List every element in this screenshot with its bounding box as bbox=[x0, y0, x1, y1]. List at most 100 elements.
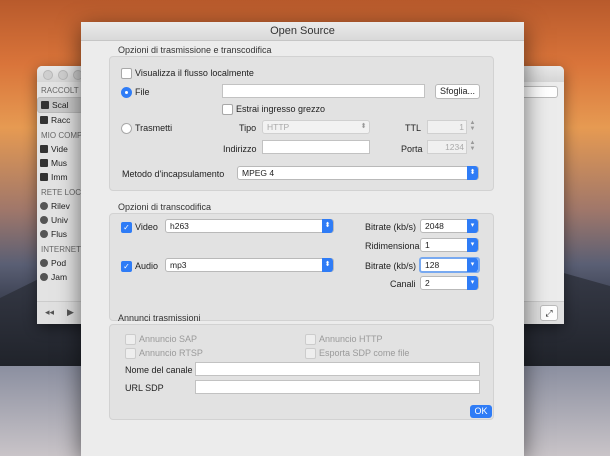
audio-label: Audio bbox=[135, 261, 159, 271]
sidebar-item-label: Scal bbox=[52, 100, 69, 110]
port-label: Porta bbox=[401, 144, 423, 154]
http-announce-label: Annuncio HTTP bbox=[319, 334, 383, 344]
chevron-down-icon: ▾ bbox=[467, 219, 478, 233]
sidebar-item-videos[interactable]: Vide bbox=[37, 142, 83, 156]
file-label: File bbox=[135, 87, 150, 97]
ok-button[interactable]: OK bbox=[470, 405, 492, 418]
browse-button[interactable]: Sfoglia... bbox=[435, 84, 480, 99]
window-controls bbox=[43, 70, 83, 80]
minimize-window-button[interactable] bbox=[58, 70, 68, 80]
sidebar-item-label: Mus bbox=[51, 158, 68, 168]
address-label: Indirizzo bbox=[223, 144, 257, 154]
port-input[interactable]: 1234 bbox=[427, 140, 467, 154]
channel-name-label: Nome del canale bbox=[125, 365, 193, 375]
file-path-input[interactable] bbox=[222, 84, 425, 98]
audio-codec-select[interactable]: mp3 ⬍ bbox=[165, 258, 334, 272]
audio-checkbox[interactable]: ✓ bbox=[121, 261, 132, 272]
sidebar-item-playlist[interactable]: Scal bbox=[37, 97, 83, 113]
address-input[interactable] bbox=[262, 140, 370, 154]
open-source-dialog: Open Source Opzioni di trasmissione e tr… bbox=[81, 22, 524, 456]
video-bitrate-value: 2048 bbox=[425, 221, 444, 231]
podcast-icon bbox=[40, 273, 48, 281]
port-stepper[interactable]: ▲ ▼ bbox=[469, 140, 476, 152]
chevron-updown-icon: ⬍ bbox=[467, 166, 478, 180]
sidebar-item-podcasts[interactable]: Pod bbox=[37, 256, 83, 270]
network-icon bbox=[40, 230, 48, 238]
podcast-icon bbox=[40, 259, 48, 267]
type-label: Tipo bbox=[239, 123, 257, 133]
video-bitrate-label: Bitrate (kb/s) bbox=[365, 222, 417, 232]
sidebar-item-streams[interactable]: Flus bbox=[37, 227, 83, 241]
sidebar-item-discovery[interactable]: Rilev bbox=[37, 199, 83, 213]
channels-label: Canali bbox=[390, 279, 416, 289]
close-window-button[interactable] bbox=[43, 70, 53, 80]
sidebar-item-media-library[interactable]: Racc bbox=[37, 113, 83, 127]
encapsulation-select[interactable]: MPEG 4 ⬍ bbox=[237, 166, 479, 180]
audio-bitrate-select[interactable]: 128 ▾ bbox=[419, 257, 480, 273]
announce-group-title: Annunci trasmissioni bbox=[118, 313, 201, 323]
dialog-content: Opzioni di trasmissione e transcodifica … bbox=[99, 41, 504, 446]
play-icon[interactable]: ▶ bbox=[67, 307, 74, 318]
sidebar-item-jamendo[interactable]: Jam bbox=[37, 270, 83, 284]
sidebar-item-music[interactable]: Mus bbox=[37, 156, 83, 170]
chevron-down-icon: ▾ bbox=[467, 276, 478, 290]
network-icon bbox=[40, 202, 48, 210]
image-icon bbox=[40, 173, 48, 181]
scale-value: 1 bbox=[425, 240, 430, 250]
music-icon bbox=[40, 159, 48, 167]
channels-value: 2 bbox=[425, 278, 430, 288]
network-icon bbox=[40, 216, 48, 224]
type-select-value: HTTP bbox=[267, 122, 290, 132]
show-locally-checkbox[interactable] bbox=[121, 68, 132, 79]
chevron-down-icon: ▾ bbox=[467, 258, 478, 272]
sidebar-header-local-network: RETE LOC bbox=[41, 188, 82, 197]
rtsp-checkbox[interactable] bbox=[125, 348, 136, 359]
sidebar-header-my-computer: MIO COMP bbox=[41, 131, 83, 140]
raw-input-checkbox[interactable] bbox=[222, 104, 233, 115]
chevron-updown-icon: ⬍ bbox=[322, 219, 333, 233]
sidebar-item-label: Rilev bbox=[51, 201, 70, 211]
film-icon bbox=[40, 145, 48, 153]
rewind-icon[interactable]: ◂◂ bbox=[45, 307, 54, 318]
sidebar-item-images[interactable]: Imm bbox=[37, 170, 83, 184]
http-announce-checkbox[interactable] bbox=[305, 334, 316, 345]
chevron-down-icon: ▾ bbox=[467, 238, 478, 252]
sdp-url-input[interactable] bbox=[195, 380, 480, 394]
sap-checkbox[interactable] bbox=[125, 334, 136, 345]
sidebar-item-upnp[interactable]: Univ bbox=[37, 213, 83, 227]
sidebar: RACCOLT Scal Racc MIO COMP Vide Mus Imm … bbox=[37, 82, 83, 324]
ttl-label: TTL bbox=[405, 123, 422, 133]
sidebar-header-internet: INTERNET bbox=[41, 245, 81, 254]
sidebar-item-label: Jam bbox=[51, 272, 68, 282]
transmit-radio[interactable] bbox=[121, 123, 132, 134]
video-label: Video bbox=[135, 222, 158, 232]
sidebar-item-label: Racc bbox=[51, 115, 71, 125]
raw-input-label: Estrai ingresso grezzo bbox=[236, 104, 326, 114]
export-sdp-label: Esporta SDP come file bbox=[319, 348, 410, 358]
sap-label: Annuncio SAP bbox=[139, 334, 198, 344]
sidebar-item-label: Flus bbox=[51, 229, 68, 239]
streaming-group-title: Opzioni di trasmissione e transcodifica bbox=[118, 45, 272, 55]
video-bitrate-select[interactable]: 2048 ▾ bbox=[420, 219, 479, 233]
encapsulation-select-value: MPEG 4 bbox=[242, 168, 275, 178]
type-select[interactable]: HTTP ⬍ bbox=[262, 120, 370, 134]
video-codec-select[interactable]: h263 ⬍ bbox=[165, 219, 334, 233]
sidebar-item-label: Pod bbox=[51, 258, 67, 268]
sidebar-item-label: Imm bbox=[51, 172, 68, 182]
scale-label: Ridimensiona bbox=[365, 241, 420, 251]
file-radio[interactable] bbox=[121, 87, 132, 98]
encapsulation-label: Metodo d'incapsulamento bbox=[122, 169, 225, 179]
fullscreen-icon[interactable]: ⤢ bbox=[540, 305, 558, 321]
export-sdp-checkbox[interactable] bbox=[305, 348, 316, 359]
channel-name-input[interactable] bbox=[195, 362, 480, 376]
video-codec-value: h263 bbox=[170, 221, 189, 231]
scale-select[interactable]: 1 ▾ bbox=[420, 238, 479, 252]
video-checkbox[interactable]: ✓ bbox=[121, 222, 132, 233]
ttl-stepper[interactable]: ▲ ▼ bbox=[469, 120, 476, 132]
ttl-input[interactable]: 1 bbox=[427, 120, 467, 134]
show-locally-label: Visualizza il flusso localmente bbox=[135, 68, 254, 78]
sidebar-header-playlists: RACCOLT bbox=[41, 86, 79, 95]
channels-select[interactable]: 2 ▾ bbox=[420, 276, 479, 290]
sidebar-item-label: Univ bbox=[51, 215, 69, 225]
audio-codec-value: mp3 bbox=[170, 260, 187, 270]
